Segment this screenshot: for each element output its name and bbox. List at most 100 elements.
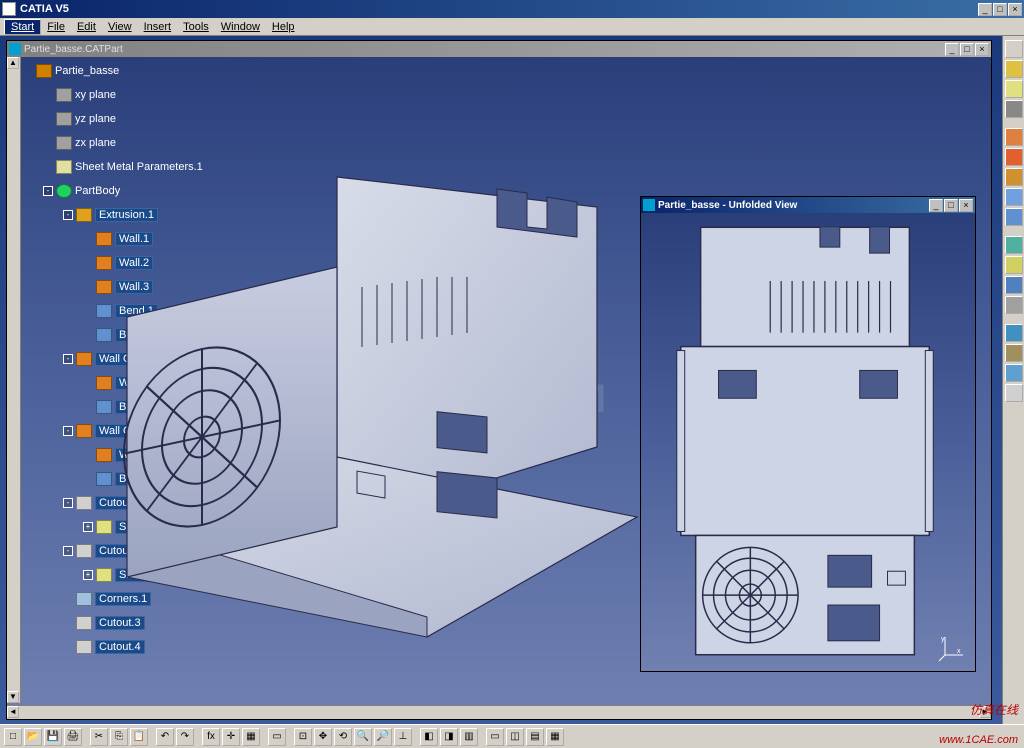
document-icon bbox=[9, 43, 21, 55]
doc-close-button[interactable]: × bbox=[975, 43, 989, 56]
tool-be[interactable] bbox=[1005, 188, 1023, 206]
menu-insert[interactable]: Insert bbox=[138, 20, 178, 34]
unfold-close-button[interactable]: × bbox=[959, 199, 973, 212]
unfolded-view-window: Partie_basse - Unfolded View _ □ × bbox=[640, 196, 976, 672]
tool-wl[interactable] bbox=[1005, 128, 1023, 146]
tree-toggle[interactable]: - bbox=[63, 354, 73, 364]
toolbar-fx[interactable]: fx bbox=[202, 728, 220, 746]
menu-start[interactable]: Start bbox=[4, 19, 41, 35]
unfold-title: Partie_basse - Unfolded View bbox=[658, 200, 929, 211]
close-button[interactable]: × bbox=[1008, 3, 1022, 16]
unfold-titlebar[interactable]: Partie_basse - Unfolded View _ □ × bbox=[641, 197, 975, 213]
tool-p2[interactable] bbox=[1005, 256, 1023, 274]
tool-pn[interactable] bbox=[1005, 364, 1023, 382]
toolbar-undo[interactable]: ↶ bbox=[156, 728, 174, 746]
toolbar-zin[interactable]: 🔍 bbox=[354, 728, 372, 746]
part-3d-view[interactable] bbox=[107, 137, 657, 657]
unfold-maximize-button[interactable]: □ bbox=[944, 199, 958, 212]
toolbar-save[interactable]: 💾 bbox=[44, 728, 62, 746]
toolbar-v2[interactable]: ◨ bbox=[440, 728, 458, 746]
bottom-toolbar: □📂💾🖨✂⎘📋↶↷fx✛▦▭⊡✥⟲🔍🔎⊥◧◨▥▭◫▤▦ bbox=[0, 724, 1024, 748]
plane-icon bbox=[56, 112, 72, 126]
tree-toggle[interactable]: - bbox=[43, 186, 53, 196]
scrollbar-horizontal[interactable]: ◄ ► bbox=[7, 705, 991, 719]
tool-xx[interactable] bbox=[1005, 100, 1023, 118]
walledge-icon bbox=[76, 352, 92, 366]
toolbar-v3[interactable]: ▥ bbox=[460, 728, 478, 746]
toolbar-prn[interactable]: 🖨 bbox=[64, 728, 82, 746]
cutout-icon bbox=[76, 496, 92, 510]
menu-window[interactable]: Window bbox=[215, 20, 266, 34]
app-title: CATIA V5 bbox=[20, 3, 978, 15]
toolbar-ax[interactable]: ✛ bbox=[222, 728, 240, 746]
param-icon bbox=[56, 160, 72, 174]
menu-edit[interactable]: Edit bbox=[71, 20, 102, 34]
menu-file[interactable]: File bbox=[41, 20, 71, 34]
toolbar-fit[interactable]: ⊡ bbox=[294, 728, 312, 746]
tool-wl3[interactable] bbox=[1005, 168, 1023, 186]
extrude-icon bbox=[76, 208, 92, 222]
tree-toggle[interactable]: - bbox=[63, 426, 73, 436]
plane-icon bbox=[56, 88, 72, 102]
toolbar-grid[interactable]: ▦ bbox=[242, 728, 260, 746]
toolbar-rot[interactable]: ⟲ bbox=[334, 728, 352, 746]
unfold-icon bbox=[643, 199, 655, 211]
document-titlebar[interactable]: Partie_basse.CATPart _ □ × bbox=[7, 41, 991, 57]
tree-toggle[interactable]: - bbox=[63, 546, 73, 556]
toolbar-new[interactable]: □ bbox=[4, 728, 22, 746]
menubar: Start File Edit View Insert Tools Window… bbox=[0, 18, 1024, 36]
app-titlebar: CATIA V5 _ □ × bbox=[0, 0, 1024, 18]
toolbar-c4[interactable]: ▦ bbox=[546, 728, 564, 746]
toolbar-zout[interactable]: 🔎 bbox=[374, 728, 392, 746]
tree-label: Partie_basse bbox=[55, 65, 119, 77]
toolbar-v1[interactable]: ◧ bbox=[420, 728, 438, 746]
toolbar-c3[interactable]: ▤ bbox=[526, 728, 544, 746]
tree-item-xy-plane[interactable]: xy plane bbox=[23, 83, 263, 107]
toolbar-pr[interactable]: ▭ bbox=[268, 728, 286, 746]
toolbar-c2[interactable]: ◫ bbox=[506, 728, 524, 746]
toolbar-c1[interactable]: ▭ bbox=[486, 728, 504, 746]
tree-label: xy plane bbox=[75, 89, 116, 101]
unfolded-part-view[interactable] bbox=[641, 213, 975, 671]
toolbar-redo[interactable]: ↷ bbox=[176, 728, 194, 746]
tool-cur[interactable] bbox=[1005, 60, 1023, 78]
maximize-button[interactable]: □ bbox=[993, 3, 1007, 16]
toolbar-paste[interactable]: 📋 bbox=[130, 728, 148, 746]
tree-item-yz-plane[interactable]: yz plane bbox=[23, 107, 263, 131]
tool-sv[interactable] bbox=[1005, 384, 1023, 402]
tool-cv[interactable] bbox=[1005, 324, 1023, 342]
menu-help[interactable]: Help bbox=[266, 20, 301, 34]
toolbar-copy[interactable]: ⎘ bbox=[110, 728, 128, 746]
toolbar-nrm[interactable]: ⊥ bbox=[394, 728, 412, 746]
cutout-icon bbox=[76, 544, 92, 558]
app-icon bbox=[2, 2, 16, 16]
tree-toggle[interactable]: - bbox=[63, 210, 73, 220]
body-icon bbox=[56, 184, 72, 198]
walledge-icon bbox=[76, 424, 92, 438]
cutout-icon bbox=[76, 616, 92, 630]
minimize-button[interactable]: _ bbox=[978, 3, 992, 16]
tool-3d[interactable] bbox=[1005, 40, 1023, 58]
tree-toggle[interactable]: + bbox=[83, 522, 93, 532]
unfold-viewport[interactable]: xy bbox=[641, 213, 975, 671]
scrollbar-vertical[interactable]: ▲ ▼ bbox=[7, 57, 21, 703]
tool-p1[interactable] bbox=[1005, 236, 1023, 254]
menu-view[interactable]: View bbox=[102, 20, 138, 34]
toolbar-cut[interactable]: ✂ bbox=[90, 728, 108, 746]
tool-be2[interactable] bbox=[1005, 208, 1023, 226]
tool-p3[interactable] bbox=[1005, 276, 1023, 294]
tool-sk[interactable] bbox=[1005, 80, 1023, 98]
right-toolbar bbox=[1002, 36, 1024, 724]
tree-toggle[interactable]: - bbox=[63, 498, 73, 508]
tree-toggle[interactable]: + bbox=[83, 570, 93, 580]
toolbar-pan[interactable]: ✥ bbox=[314, 728, 332, 746]
unfold-minimize-button[interactable]: _ bbox=[929, 199, 943, 212]
tool-p4[interactable] bbox=[1005, 296, 1023, 314]
tool-wl2[interactable] bbox=[1005, 148, 1023, 166]
tool-cu[interactable] bbox=[1005, 344, 1023, 362]
menu-tools[interactable]: Tools bbox=[177, 20, 215, 34]
doc-maximize-button[interactable]: □ bbox=[960, 43, 974, 56]
toolbar-open[interactable]: 📂 bbox=[24, 728, 42, 746]
tree-item-partie-basse[interactable]: Partie_basse bbox=[23, 59, 263, 83]
doc-minimize-button[interactable]: _ bbox=[945, 43, 959, 56]
